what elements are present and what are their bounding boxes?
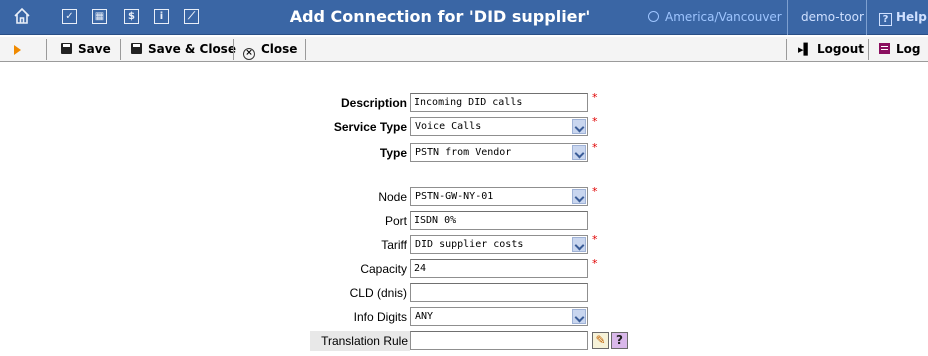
- info-digits-select[interactable]: ANY: [410, 307, 588, 326]
- node-label: Node: [378, 190, 407, 204]
- timezone-label: America/Vancouver: [665, 10, 782, 24]
- node-row: Node PSTN-GW-NY-01 *: [0, 185, 928, 207]
- cld-row: CLD (dnis): [0, 283, 928, 303]
- page-title: Add Connection for 'DID supplier': [289, 7, 591, 26]
- port-row: Port ISDN 0%: [0, 211, 928, 231]
- chevron-down-icon[interactable]: [572, 309, 586, 324]
- required-mark: *: [592, 115, 598, 128]
- header-divider: [866, 0, 867, 35]
- help-icon[interactable]: ?: [611, 332, 628, 349]
- node-value: PSTN-GW-NY-01: [415, 191, 494, 202]
- dollar-icon[interactable]: $: [124, 9, 139, 24]
- toolbar-divider: [46, 39, 47, 60]
- info-digits-label: Info Digits: [353, 310, 407, 324]
- top-header: ✓ ▦ $ i ⟋ Add Connection for 'DID suppli…: [0, 0, 928, 35]
- tariff-label: Tariff: [381, 238, 407, 252]
- log-label: Log: [896, 42, 921, 56]
- logout-button[interactable]: ▸▌ Logout: [792, 37, 864, 62]
- help-link[interactable]: ? Help: [879, 0, 927, 35]
- grid-icon[interactable]: ▦: [92, 9, 107, 24]
- required-mark: *: [592, 91, 598, 104]
- service-type-select[interactable]: Voice Calls: [410, 117, 588, 136]
- service-type-label: Service Type: [333, 120, 407, 134]
- tariff-value: DID supplier costs: [415, 239, 524, 250]
- help-label: Help: [896, 10, 927, 24]
- port-label: Port: [384, 214, 407, 228]
- user-name[interactable]: demo-toor: [801, 0, 864, 35]
- required-mark: *: [592, 141, 598, 154]
- log-button[interactable]: Log: [873, 37, 920, 62]
- capacity-label: Capacity: [360, 262, 407, 276]
- required-mark: *: [592, 257, 598, 270]
- magic-wand-icon[interactable]: ✎: [592, 332, 609, 349]
- cld-label: CLD (dnis): [349, 286, 407, 300]
- save-close-label: Save & Close: [148, 42, 236, 56]
- close-label: Close: [261, 42, 298, 56]
- close-button[interactable]: × Close: [237, 37, 297, 62]
- chevron-down-icon[interactable]: [572, 119, 586, 134]
- toolbar-divider: [305, 39, 306, 60]
- required-mark: *: [592, 185, 598, 198]
- description-field[interactable]: Incoming DID calls: [410, 93, 588, 112]
- service-type-row: Service Type Voice Calls *: [0, 115, 928, 137]
- checkbox-icon[interactable]: ✓: [62, 9, 77, 24]
- save-close-button[interactable]: Save & Close: [125, 37, 236, 62]
- tariff-select[interactable]: DID supplier costs: [410, 235, 588, 254]
- header-divider: [787, 0, 788, 35]
- translation-rule-label: Translation Rule: [310, 331, 410, 351]
- translation-rule-field[interactable]: [410, 331, 588, 350]
- cld-field[interactable]: [410, 283, 588, 302]
- floppy-icon: [131, 43, 142, 54]
- home-icon[interactable]: [13, 7, 31, 25]
- service-type-value: Voice Calls: [415, 121, 482, 132]
- required-mark: *: [592, 233, 598, 246]
- close-icon: ×: [243, 48, 255, 60]
- chart-icon[interactable]: ⟋: [184, 9, 199, 24]
- port-field[interactable]: ISDN 0%: [410, 211, 588, 230]
- help-icon: ?: [879, 13, 892, 26]
- timezone-link[interactable]: America/Vancouver: [648, 0, 782, 35]
- capacity-field[interactable]: 24: [410, 259, 588, 278]
- chevron-down-icon[interactable]: [572, 145, 586, 160]
- play-arrow-icon[interactable]: [14, 45, 21, 55]
- type-label: Type: [379, 146, 407, 160]
- chevron-down-icon[interactable]: [572, 237, 586, 252]
- logout-icon: ▸▌: [798, 43, 812, 56]
- info-digits-value: ANY: [415, 311, 434, 322]
- toolbar-divider: [233, 39, 234, 60]
- info-icon[interactable]: i: [154, 9, 169, 24]
- toolbar-divider: [120, 39, 121, 60]
- clock-icon: [648, 11, 659, 22]
- node-select[interactable]: PSTN-GW-NY-01: [410, 187, 588, 206]
- info-digits-row: Info Digits ANY: [0, 307, 928, 327]
- logout-label: Logout: [816, 42, 864, 56]
- toolbar-divider: [868, 39, 869, 60]
- translation-rule-row: Translation Rule ✎ ?: [0, 331, 928, 351]
- log-icon: [879, 43, 890, 54]
- toolbar: Save Save & Close × Close ▸▌ Logout Log: [0, 36, 928, 62]
- type-value: PSTN from Vendor: [415, 147, 512, 158]
- description-row: Description Incoming DID calls *: [0, 91, 928, 113]
- chevron-down-icon[interactable]: [572, 189, 586, 204]
- type-select[interactable]: PSTN from Vendor: [410, 143, 588, 162]
- capacity-row: Capacity 24 *: [0, 257, 928, 279]
- tariff-row: Tariff DID supplier costs *: [0, 233, 928, 255]
- floppy-icon: [61, 43, 72, 54]
- save-button[interactable]: Save: [55, 37, 111, 62]
- type-row: Type PSTN from Vendor *: [0, 141, 928, 163]
- save-label: Save: [78, 42, 111, 56]
- description-label: Description: [340, 96, 407, 110]
- toolbar-divider: [786, 39, 787, 60]
